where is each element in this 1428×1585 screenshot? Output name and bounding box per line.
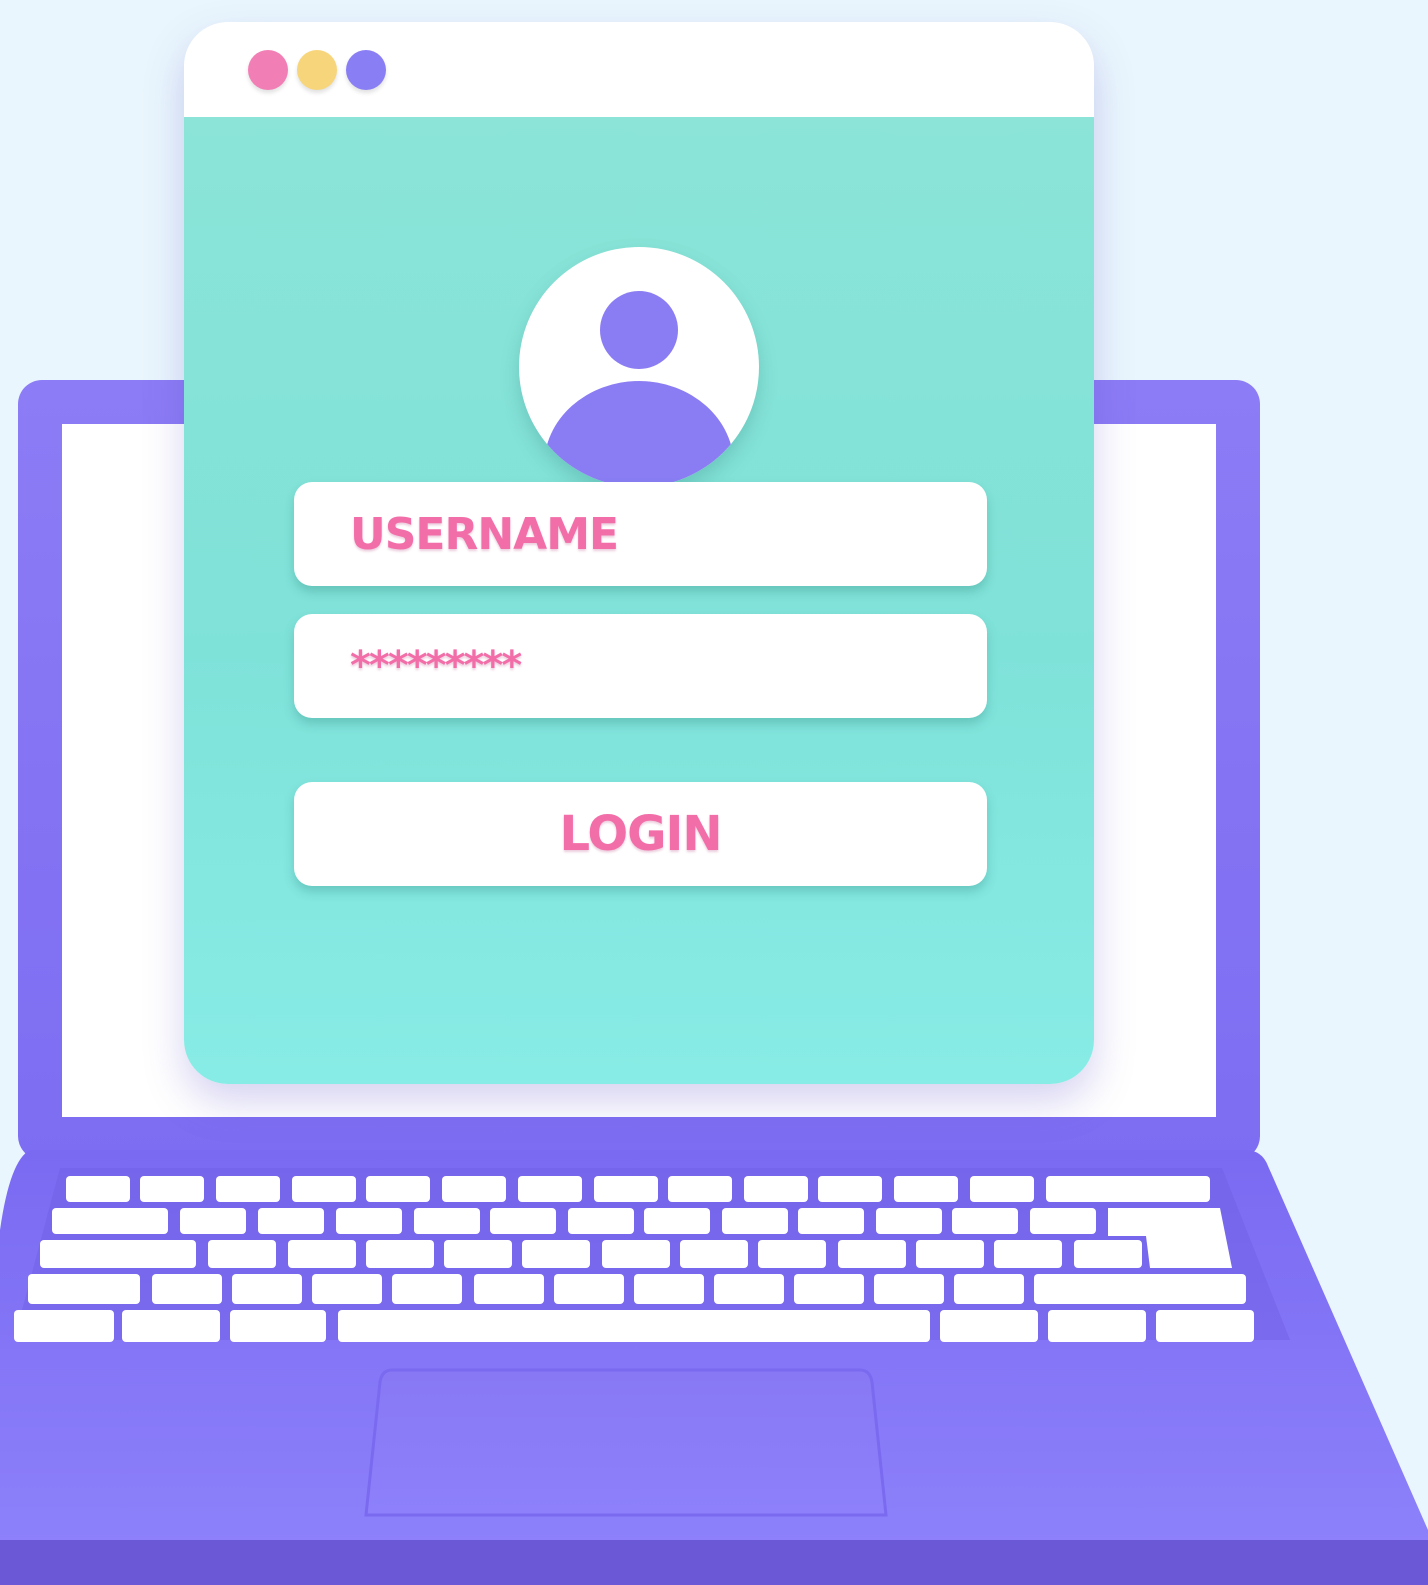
- avatar-body: [544, 381, 734, 487]
- avatar-head: [600, 291, 678, 369]
- password-field[interactable]: *********: [294, 614, 987, 718]
- login-button[interactable]: LOGIN: [294, 782, 987, 886]
- maximize-dot-icon[interactable]: [346, 50, 386, 90]
- minimize-dot-icon[interactable]: [297, 50, 337, 90]
- username-field[interactable]: USERNAME: [294, 482, 987, 586]
- login-illustration: USERNAME ********* LOGIN: [0, 0, 1428, 1585]
- user-avatar-icon: [519, 247, 759, 487]
- login-form: USERNAME ********* LOGIN: [184, 117, 1094, 1084]
- close-dot-icon[interactable]: [248, 50, 288, 90]
- window-titlebar: [184, 22, 1094, 117]
- login-window: USERNAME ********* LOGIN: [184, 22, 1094, 1084]
